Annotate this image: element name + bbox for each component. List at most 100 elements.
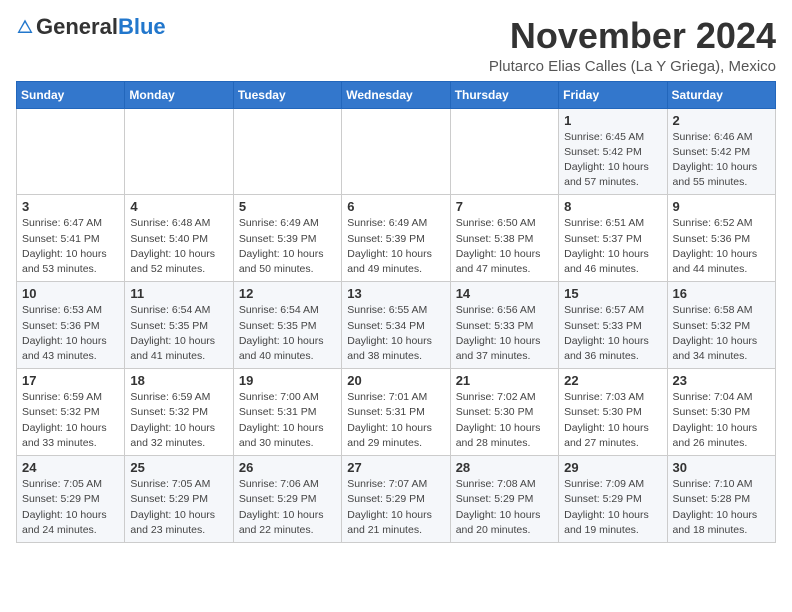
calendar-cell: 5Sunrise: 6:49 AM Sunset: 5:39 PM Daylig… <box>233 195 341 282</box>
day-info: Sunrise: 6:51 AM Sunset: 5:37 PM Dayligh… <box>564 216 661 277</box>
calendar-cell: 30 Sunrise: 7:10 AM Sunset: 5:28 PM Dayli… <box>667 456 775 543</box>
day-of-week-wednesday: Wednesday <box>342 81 450 108</box>
day-info: Sunrise: 6:57 AM Sunset: 5:33 PM Dayligh… <box>564 303 661 364</box>
day-info: Sunrise: 7:01 AM Sunset: 5:31 PM Dayligh… <box>347 390 444 451</box>
calendar-cell: 15 Sunrise: 6:57 AM Sunset: 5:33 PM Dayli… <box>559 282 667 369</box>
day-number: 30 <box>673 460 770 475</box>
day-info: Sunrise: 7:02 AM Sunset: 5:30 PM Dayligh… <box>456 390 553 451</box>
day-number: 23 <box>673 373 770 388</box>
day-number: 17 <box>22 373 119 388</box>
day-info: Sunrise: 7:04 AM Sunset: 5:30 PM Dayligh… <box>673 390 770 451</box>
calendar-cell: 27 Sunrise: 7:07 AM Sunset: 5:29 PM Dayli… <box>342 456 450 543</box>
calendar-cell: 8Sunrise: 6:51 AM Sunset: 5:37 PM Daylig… <box>559 195 667 282</box>
calendar-cell: 17Sunrise: 6:59 AM Sunset: 5:32 PM Dayli… <box>17 369 125 456</box>
day-info: Sunrise: 6:47 AM Sunset: 5:41 PM Dayligh… <box>22 216 119 277</box>
calendar-cell: 25 Sunrise: 7:05 AM Sunset: 5:29 PM Dayli… <box>125 456 233 543</box>
calendar-cell: 7 Sunrise: 6:50 AM Sunset: 5:38 PM Daylig… <box>450 195 558 282</box>
day-of-week-tuesday: Tuesday <box>233 81 341 108</box>
calendar-cell: 1Sunrise: 6:45 AM Sunset: 5:42 PM Daylig… <box>559 108 667 195</box>
day-number: 19 <box>239 373 336 388</box>
calendar-cell: 19 Sunrise: 7:00 AM Sunset: 5:31 PM Dayli… <box>233 369 341 456</box>
calendar-cell: 4Sunrise: 6:48 AM Sunset: 5:40 PM Daylig… <box>125 195 233 282</box>
logo-blue-text: Blue <box>118 16 166 38</box>
week-row-5: 24 Sunrise: 7:05 AM Sunset: 5:29 PM Dayli… <box>17 456 776 543</box>
calendar-cell: 26Sunrise: 7:06 AM Sunset: 5:29 PM Dayli… <box>233 456 341 543</box>
calendar-cell <box>342 108 450 195</box>
day-info: Sunrise: 6:50 AM Sunset: 5:38 PM Dayligh… <box>456 216 553 277</box>
day-number: 11 <box>130 286 227 301</box>
calendar-cell <box>125 108 233 195</box>
day-info: Sunrise: 7:05 AM Sunset: 5:29 PM Dayligh… <box>22 477 119 538</box>
day-number: 1 <box>564 113 661 128</box>
location-title: Plutarco Elias Calles (La Y Griega), Mex… <box>489 58 776 75</box>
day-info: Sunrise: 7:05 AM Sunset: 5:29 PM Dayligh… <box>130 477 227 538</box>
week-row-4: 17 Sunrise: 6:59 AM Sunset: 5:32 PM Dayli… <box>17 369 776 456</box>
day-number: 3 <box>22 199 119 214</box>
title-area: November 2024 Plutarco Elias Calles (La … <box>489 16 776 75</box>
calendar-cell: 16Sunrise: 6:58 AM Sunset: 5:32 PM Dayli… <box>667 282 775 369</box>
day-of-week-thursday: Thursday <box>450 81 558 108</box>
logo: General Blue <box>16 16 166 38</box>
calendar-cell: 10Sunrise: 6:53 AM Sunset: 5:36 PM Dayli… <box>17 282 125 369</box>
day-number: 29 <box>564 460 661 475</box>
day-number: 16 <box>673 286 770 301</box>
day-info: Sunrise: 6:53 AM Sunset: 5:36 PM Dayligh… <box>22 303 119 364</box>
days-row: SundayMondayTuesdayWednesdayThursdayFrid… <box>17 81 776 108</box>
day-info: Sunrise: 7:10 AM Sunset: 5:28 PM Dayligh… <box>673 477 770 538</box>
calendar-cell: 20 Sunrise: 7:01 AM Sunset: 5:31 PM Dayli… <box>342 369 450 456</box>
day-info: Sunrise: 7:00 AM Sunset: 5:31 PM Dayligh… <box>239 390 336 451</box>
calendar-cell: 13Sunrise: 6:55 AM Sunset: 5:34 PM Dayli… <box>342 282 450 369</box>
calendar-cell: 24 Sunrise: 7:05 AM Sunset: 5:29 PM Dayli… <box>17 456 125 543</box>
calendar: SundayMondayTuesdayWednesdayThursdayFrid… <box>16 81 776 543</box>
calendar-header: SundayMondayTuesdayWednesdayThursdayFrid… <box>17 81 776 108</box>
day-number: 22 <box>564 373 661 388</box>
day-info: Sunrise: 6:54 AM Sunset: 5:35 PM Dayligh… <box>130 303 227 364</box>
header: General Blue November 2024 Plutarco Elia… <box>16 16 776 75</box>
day-info: Sunrise: 6:49 AM Sunset: 5:39 PM Dayligh… <box>347 216 444 277</box>
day-info: Sunrise: 7:08 AM Sunset: 5:29 PM Dayligh… <box>456 477 553 538</box>
calendar-cell: 3 Sunrise: 6:47 AM Sunset: 5:41 PM Daylig… <box>17 195 125 282</box>
day-number: 5 <box>239 199 336 214</box>
day-number: 27 <box>347 460 444 475</box>
calendar-body: 1Sunrise: 6:45 AM Sunset: 5:42 PM Daylig… <box>17 108 776 542</box>
calendar-cell: 11 Sunrise: 6:54 AM Sunset: 5:35 PM Dayli… <box>125 282 233 369</box>
calendar-cell: 22 Sunrise: 7:03 AM Sunset: 5:30 PM Dayli… <box>559 369 667 456</box>
day-number: 28 <box>456 460 553 475</box>
day-number: 26 <box>239 460 336 475</box>
week-row-2: 3 Sunrise: 6:47 AM Sunset: 5:41 PM Daylig… <box>17 195 776 282</box>
day-number: 15 <box>564 286 661 301</box>
day-number: 13 <box>347 286 444 301</box>
day-number: 9 <box>673 199 770 214</box>
calendar-cell: 6 Sunrise: 6:49 AM Sunset: 5:39 PM Daylig… <box>342 195 450 282</box>
day-number: 6 <box>347 199 444 214</box>
day-info: Sunrise: 7:07 AM Sunset: 5:29 PM Dayligh… <box>347 477 444 538</box>
calendar-cell: 12Sunrise: 6:54 AM Sunset: 5:35 PM Dayli… <box>233 282 341 369</box>
day-info: Sunrise: 6:52 AM Sunset: 5:36 PM Dayligh… <box>673 216 770 277</box>
calendar-cell: 28 Sunrise: 7:08 AM Sunset: 5:29 PM Dayli… <box>450 456 558 543</box>
day-info: Sunrise: 6:59 AM Sunset: 5:32 PM Dayligh… <box>130 390 227 451</box>
day-number: 7 <box>456 199 553 214</box>
day-number: 4 <box>130 199 227 214</box>
day-info: Sunrise: 6:56 AM Sunset: 5:33 PM Dayligh… <box>456 303 553 364</box>
logo-icon <box>16 18 34 36</box>
week-row-1: 1Sunrise: 6:45 AM Sunset: 5:42 PM Daylig… <box>17 108 776 195</box>
calendar-cell: 2Sunrise: 6:46 AM Sunset: 5:42 PM Daylig… <box>667 108 775 195</box>
calendar-cell <box>233 108 341 195</box>
day-number: 25 <box>130 460 227 475</box>
day-of-week-monday: Monday <box>125 81 233 108</box>
day-info: Sunrise: 6:46 AM Sunset: 5:42 PM Dayligh… <box>673 130 770 191</box>
day-of-week-friday: Friday <box>559 81 667 108</box>
day-number: 20 <box>347 373 444 388</box>
day-number: 12 <box>239 286 336 301</box>
calendar-cell: 21Sunrise: 7:02 AM Sunset: 5:30 PM Dayli… <box>450 369 558 456</box>
day-info: Sunrise: 7:03 AM Sunset: 5:30 PM Dayligh… <box>564 390 661 451</box>
calendar-cell: 23 Sunrise: 7:04 AM Sunset: 5:30 PM Dayli… <box>667 369 775 456</box>
calendar-cell: 29 Sunrise: 7:09 AM Sunset: 5:29 PM Dayli… <box>559 456 667 543</box>
logo-general-text: General <box>36 16 118 38</box>
day-info: Sunrise: 7:09 AM Sunset: 5:29 PM Dayligh… <box>564 477 661 538</box>
day-number: 24 <box>22 460 119 475</box>
calendar-cell: 14 Sunrise: 6:56 AM Sunset: 5:33 PM Dayli… <box>450 282 558 369</box>
calendar-cell <box>450 108 558 195</box>
day-of-week-saturday: Saturday <box>667 81 775 108</box>
day-number: 14 <box>456 286 553 301</box>
